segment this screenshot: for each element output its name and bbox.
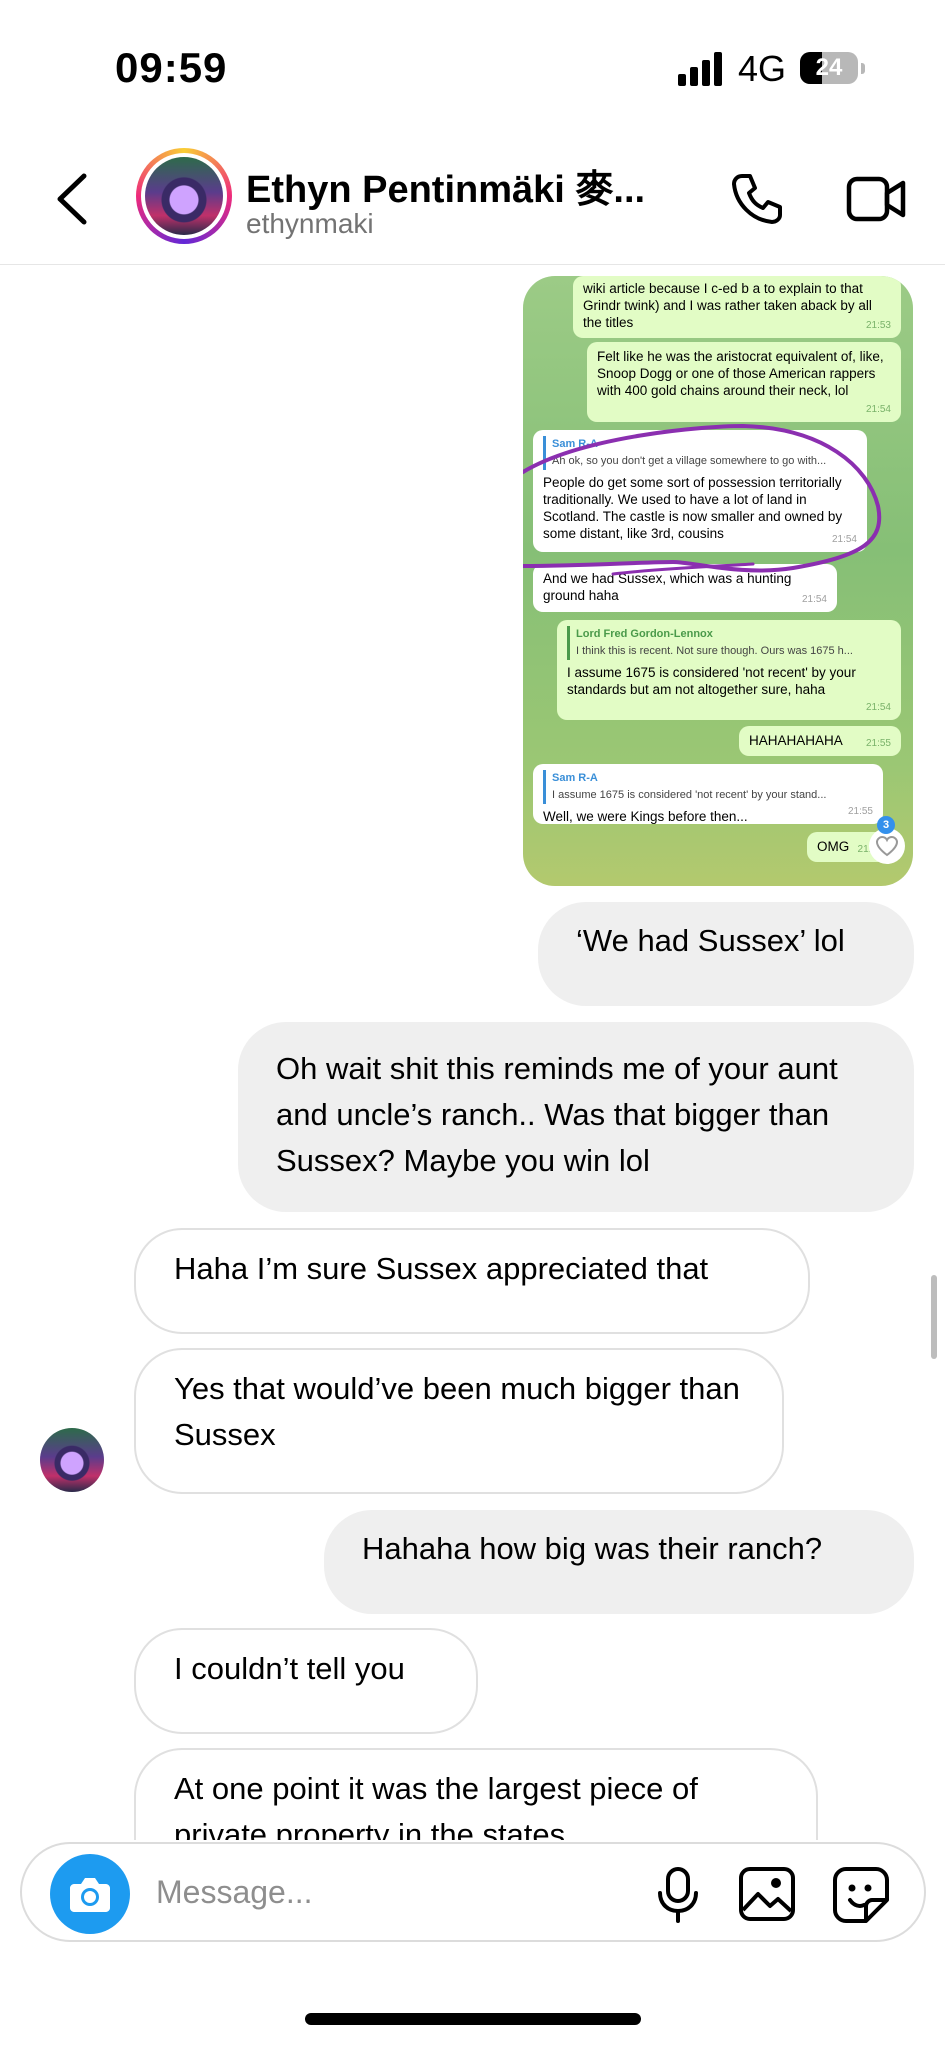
camera-icon[interactable] xyxy=(50,1854,130,1934)
outgoing-message[interactable]: Oh wait shit this reminds me of your aun… xyxy=(238,1022,914,1212)
clock: 09:59 xyxy=(115,44,228,91)
contact-name[interactable]: Ethyn Pentinmäki 麥... xyxy=(246,158,676,213)
outgoing-message[interactable]: ‘We had Sussex’ lol xyxy=(538,902,914,1006)
microphone-icon[interactable] xyxy=(652,1866,704,1924)
phone-call-icon[interactable] xyxy=(728,170,786,228)
chat-header: Ethyn Pentinmäki 麥... ethynmaki xyxy=(0,130,945,265)
network-type: 4G xyxy=(738,48,787,89)
telegram-message: Sam R-A I assume 1675 is considered 'not… xyxy=(533,764,883,824)
home-indicator[interactable] xyxy=(305,2013,641,2025)
telegram-message: Felt like he was the aristocrat equivale… xyxy=(587,342,901,422)
sender-avatar[interactable] xyxy=(40,1428,104,1492)
incoming-message[interactable]: I couldn’t tell you xyxy=(134,1628,478,1734)
back-chevron-icon[interactable] xyxy=(52,172,96,226)
battery-level: 24 xyxy=(815,54,843,81)
message-input[interactable]: Message... xyxy=(156,1874,313,1911)
reaction-count-badge: 3 xyxy=(877,816,895,834)
avatar[interactable] xyxy=(136,148,232,244)
telegram-message: Lord Fred Gordon-Lennox I think this is … xyxy=(557,620,901,720)
telegram-message: wiki article because I c-ed b a to expla… xyxy=(573,276,901,338)
message-composer: Message... xyxy=(20,1842,926,1942)
signal-icon xyxy=(678,52,724,86)
incoming-message[interactable]: Haha I’m sure Sussex appreciated that xyxy=(134,1228,810,1334)
video-call-icon[interactable] xyxy=(846,174,906,224)
sticker-icon[interactable] xyxy=(832,1866,890,1924)
incoming-message[interactable]: Yes that would’ve been much bigger than … xyxy=(134,1348,784,1494)
telegram-message: And we had Sussex, which was a hunting g… xyxy=(533,564,837,612)
outgoing-message[interactable]: Hahaha how big was their ranch? xyxy=(324,1510,914,1614)
gallery-icon[interactable] xyxy=(738,1866,796,1922)
status-bar: 09:59 4G 24 xyxy=(0,0,945,120)
shared-screenshot[interactable]: wiki article because I c-ed b a to expla… xyxy=(523,276,913,886)
telegram-message: Sam R-A Ah ok, so you don't get a villag… xyxy=(533,430,867,552)
contact-username[interactable]: ethynmaki xyxy=(246,208,374,240)
scroll-indicator[interactable] xyxy=(931,1275,937,1359)
telegram-message: HAHAHAHAHA 21:55 xyxy=(739,726,901,756)
battery-icon: 24 xyxy=(800,52,865,84)
